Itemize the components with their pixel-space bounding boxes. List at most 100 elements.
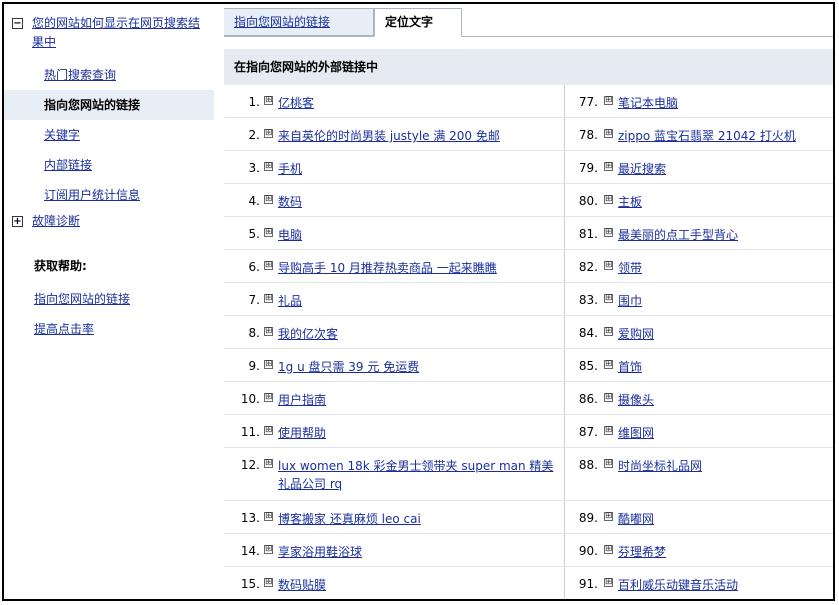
item-number: 90. bbox=[578, 544, 598, 558]
expand-plus-icon[interactable]: ⊞ bbox=[604, 426, 613, 435]
list-item: 7. ⊞ 礼品 bbox=[224, 283, 564, 316]
help-link-ctr[interactable]: 提高点击率 bbox=[34, 322, 94, 336]
expand-plus-icon[interactable]: ⊞ bbox=[604, 512, 613, 521]
expand-plus-icon[interactable]: ⊞ bbox=[604, 294, 613, 303]
anchor-text-link[interactable]: 亿桃客 bbox=[278, 94, 556, 112]
expand-plus-icon[interactable]: ⊞ bbox=[604, 96, 613, 105]
expand-plus-icon[interactable]: ⊞ bbox=[264, 327, 273, 336]
item-number: 85. bbox=[578, 359, 598, 373]
expand-plus-icon[interactable]: ⊞ bbox=[264, 261, 273, 270]
sidebar-item-top-queries[interactable]: 热门搜索查询 bbox=[4, 60, 214, 90]
item-number: 12. bbox=[240, 458, 260, 472]
anchor-text-link[interactable]: 首饰 bbox=[618, 358, 825, 376]
list-item: 90. ⊞ 芬理希梦 bbox=[564, 534, 833, 567]
expand-plus-icon[interactable]: ⊞ bbox=[264, 294, 273, 303]
anchor-text-link[interactable]: 导购高手 10 月推荐热卖商品 一起来瞧瞧 bbox=[278, 259, 556, 277]
anchor-text-link[interactable]: 围巾 bbox=[618, 292, 825, 310]
anchor-text-link[interactable]: 数码 bbox=[278, 193, 556, 211]
expand-plus-icon[interactable]: ⊞ bbox=[604, 228, 613, 237]
anchor-text-link[interactable]: 数码贴膜 bbox=[278, 576, 556, 594]
expand-plus-icon[interactable]: ⊞ bbox=[604, 261, 613, 270]
tab-anchor-text[interactable]: 定位文字 bbox=[374, 8, 462, 37]
list-item: 2. ⊞ 来自英伦的时尚男装 justyle 满 200 免邮 bbox=[224, 118, 564, 151]
expand-plus-icon[interactable]: ⊞ bbox=[264, 195, 273, 204]
list-item: 8. ⊞ 我的亿次客 bbox=[224, 316, 564, 349]
expand-plus-icon[interactable]: ⊞ bbox=[604, 129, 613, 138]
item-number: 4. bbox=[248, 194, 260, 208]
sidebar-subnav: 热门搜索查询 指向您网站的链接 关键字 内部链接 订阅用户统计信息 bbox=[4, 60, 214, 210]
item-number: 15. bbox=[240, 577, 260, 591]
anchor-text-link[interactable]: 1g u 盘只需 39 元 免运费 bbox=[278, 358, 556, 376]
sidebar-item-keywords[interactable]: 关键字 bbox=[4, 120, 214, 150]
anchor-text-link[interactable]: 时尚坐标礼品网 bbox=[618, 457, 825, 475]
item-number: 2. bbox=[248, 128, 260, 142]
anchor-text-link[interactable]: 爱购网 bbox=[618, 325, 825, 343]
anchor-text-panel: 在指向您网站的外部链接中 1. ⊞ 亿桃客 2. ⊞ 来自英伦的时尚男装 justyle … bbox=[224, 49, 833, 599]
anchor-text-link[interactable]: 笔记本电脑 bbox=[618, 94, 825, 112]
anchor-text-link[interactable]: 主板 bbox=[618, 193, 825, 211]
item-number: 8. bbox=[248, 326, 260, 340]
list-item: 87. ⊞ 维图网 bbox=[564, 415, 833, 448]
anchor-text-link[interactable]: 最美丽的点工手型背心 bbox=[618, 226, 825, 244]
item-number: 3. bbox=[248, 161, 260, 175]
sidebar-item-label[interactable]: 关键字 bbox=[44, 128, 80, 142]
sidebar-item-label[interactable]: 内部链接 bbox=[44, 158, 92, 172]
expand-plus-icon[interactable]: ⊞ bbox=[604, 459, 613, 468]
tab-links-to-site[interactable]: 指向您网站的链接 bbox=[224, 8, 374, 36]
sidebar-item-links-to-site[interactable]: 指向您网站的链接 bbox=[4, 90, 214, 120]
sidebar-item-label[interactable]: 热门搜索查询 bbox=[44, 68, 116, 82]
item-number: 82. bbox=[578, 260, 598, 274]
item-number: 81. bbox=[578, 227, 598, 241]
expand-plus-icon[interactable]: ⊞ bbox=[604, 393, 613, 402]
anchor-text-link[interactable]: lux women 18k 彩金男士领带夹 super man 精美礼品公司 r… bbox=[278, 457, 556, 493]
expand-plus-icon[interactable]: ⊞ bbox=[604, 327, 613, 336]
expand-plus-icon[interactable]: ⊞ bbox=[604, 545, 613, 554]
section-title-link[interactable]: 故障诊断 bbox=[32, 214, 80, 228]
list-item: 15. ⊞ 数码贴膜 bbox=[224, 567, 564, 599]
expand-icon[interactable]: + bbox=[12, 216, 23, 227]
anchor-text-link[interactable]: 来自英伦的时尚男装 justyle 满 200 免邮 bbox=[278, 127, 556, 145]
expand-plus-icon[interactable]: ⊞ bbox=[264, 228, 273, 237]
expand-plus-icon[interactable]: ⊞ bbox=[264, 545, 273, 554]
anchor-text-link[interactable]: 酷嘟网 bbox=[618, 510, 825, 528]
anchor-text-link[interactable]: 最近搜索 bbox=[618, 160, 825, 178]
expand-plus-icon[interactable]: ⊞ bbox=[264, 360, 273, 369]
expand-plus-icon[interactable]: ⊞ bbox=[264, 512, 273, 521]
anchor-text-link[interactable]: zippo 蓝宝石翡翠 21042 打火机 bbox=[618, 127, 825, 145]
expand-plus-icon[interactable]: ⊞ bbox=[604, 360, 613, 369]
anchor-text-link[interactable]: 百利威乐动键音乐活动 bbox=[618, 576, 825, 594]
anchor-text-link[interactable]: 享家浴用鞋浴球 bbox=[278, 543, 556, 561]
anchor-text-link[interactable]: 礼品 bbox=[278, 292, 556, 310]
anchor-text-link[interactable]: 用户指南 bbox=[278, 391, 556, 409]
expand-plus-icon[interactable]: ⊞ bbox=[264, 578, 273, 587]
expand-plus-icon[interactable]: ⊞ bbox=[264, 459, 273, 468]
list-item: 80. ⊞ 主板 bbox=[564, 184, 833, 217]
anchor-text-link[interactable]: 博客搬家 还真麻烦 leo cai bbox=[278, 510, 556, 528]
expand-plus-icon[interactable]: ⊞ bbox=[604, 578, 613, 587]
expand-plus-icon[interactable]: ⊞ bbox=[604, 162, 613, 171]
section-title-link[interactable]: 您的网站如何显示在网页搜索结果中 bbox=[32, 16, 200, 49]
anchor-text-link[interactable]: 我的亿次客 bbox=[278, 325, 556, 343]
expand-plus-icon[interactable]: ⊞ bbox=[264, 393, 273, 402]
expand-plus-icon[interactable]: ⊞ bbox=[264, 426, 273, 435]
collapse-icon[interactable]: − bbox=[12, 18, 23, 29]
expand-plus-icon[interactable]: ⊞ bbox=[264, 162, 273, 171]
sidebar-item-label[interactable]: 订阅用户统计信息 bbox=[44, 188, 140, 202]
anchor-text-link[interactable]: 芬理希梦 bbox=[618, 543, 825, 561]
help-link-item: 提高点击率 bbox=[4, 314, 214, 344]
anchor-text-link[interactable]: 使用帮助 bbox=[278, 424, 556, 442]
sidebar-item-internal-links[interactable]: 内部链接 bbox=[4, 150, 214, 180]
anchor-text-link[interactable]: 领带 bbox=[618, 259, 825, 277]
help-link-links-to-site[interactable]: 指向您网站的链接 bbox=[34, 292, 130, 306]
expand-plus-icon[interactable]: ⊞ bbox=[264, 96, 273, 105]
item-number: 86. bbox=[578, 392, 598, 406]
sidebar-item-subscriber-stats[interactable]: 订阅用户统计信息 bbox=[4, 180, 214, 210]
anchor-text-link[interactable]: 维图网 bbox=[618, 424, 825, 442]
expand-plus-icon[interactable]: ⊞ bbox=[604, 195, 613, 204]
item-number: 1. bbox=[248, 95, 260, 109]
list-item: 10. ⊞ 用户指南 bbox=[224, 382, 564, 415]
anchor-text-link[interactable]: 电脑 bbox=[278, 226, 556, 244]
expand-plus-icon[interactable]: ⊞ bbox=[264, 129, 273, 138]
anchor-text-link[interactable]: 摄像头 bbox=[618, 391, 825, 409]
anchor-text-link[interactable]: 手机 bbox=[278, 160, 556, 178]
